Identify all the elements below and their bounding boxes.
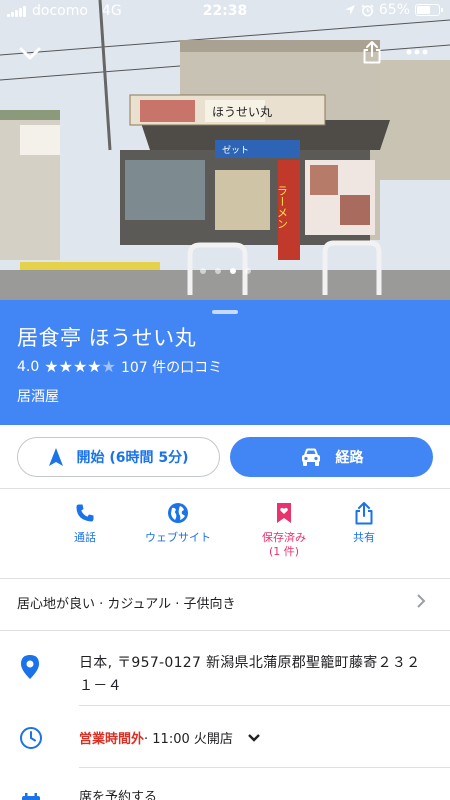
collapse-button[interactable]: [12, 40, 48, 68]
share-button[interactable]: [356, 36, 388, 68]
place-category[interactable]: 居酒屋: [17, 386, 59, 406]
globe-icon: [168, 503, 188, 523]
chevron-right-icon: [417, 594, 426, 608]
start-navigation-label: 開始 (6時間 5分): [76, 450, 189, 466]
quick-actions: 通話 ウェブサイト 保存済み (1 件) 共有: [0, 495, 450, 575]
hours-status: 営業時間外: [79, 732, 145, 747]
sign-side-text: ラーメン: [276, 185, 289, 229]
directions-button[interactable]: 経路: [230, 437, 433, 477]
car-icon: [301, 448, 320, 466]
website-label: ウェブサイト: [145, 531, 211, 544]
star-filled-icon: ★: [44, 357, 59, 376]
atmosphere-row[interactable]: 居心地が良い · カジュアル · 子供向き: [0, 580, 450, 628]
star-filled-icon: ★: [72, 357, 88, 376]
chevron-down-icon[interactable]: [247, 733, 261, 743]
more-horiz-icon: [406, 49, 428, 55]
phone-icon: [76, 504, 94, 522]
bookmark-icon: [277, 503, 291, 523]
pager-dot: [244, 268, 251, 274]
star-filled-icon: ★: [58, 357, 73, 376]
share-label: 共有: [353, 531, 375, 544]
share-action[interactable]: 共有: [314, 495, 414, 545]
divider: [0, 488, 450, 489]
rating-value: 4.0: [17, 359, 40, 375]
location-arrow-icon: [344, 5, 355, 15]
pager-dot: [229, 268, 236, 274]
place-title: 居食亭 ほうせい丸: [17, 326, 197, 350]
status-right: 65%: [344, 2, 443, 18]
save-count: (1 件): [268, 545, 300, 558]
reserve-text: 席を予約する: [79, 790, 158, 800]
sign-main-text: ほうせい丸: [212, 105, 272, 119]
share-icon: [355, 502, 373, 525]
hours-detail: · 11:00 火開店: [144, 732, 233, 747]
rating-row[interactable]: 4.0 ★ ★ ★ ★ ★ 107 件の口コミ: [17, 357, 222, 377]
place-photo[interactable]: ほうせい丸 ラーメン ゼット docomo 4G 22:38 65%: [0, 0, 450, 300]
battery-icon: [415, 4, 443, 16]
status-bar: docomo 4G 22:38 65%: [0, 0, 450, 22]
divider: [0, 630, 450, 631]
hours-row[interactable]: 営業時間外 · 11:00 火開店: [0, 706, 450, 766]
reserve-row[interactable]: 席を予約する: [0, 768, 450, 800]
place-header[interactable]: 居食亭 ほうせい丸 4.0 ★ ★ ★ ★ ★ 107 件の口コミ 居酒屋: [0, 300, 450, 425]
photo-pager: [0, 268, 450, 274]
alarm-icon: [361, 3, 374, 16]
sign-small-text: ゼット: [222, 144, 249, 156]
call-label: 通話: [74, 531, 96, 544]
location-pin-icon: [21, 655, 39, 679]
battery-percent: 65%: [378, 2, 410, 18]
address-row[interactable]: 日本, 〒957-0127 新潟県北蒲原郡聖籠町藤寄２３２１－４: [0, 632, 450, 700]
star-filled-icon: ★: [87, 357, 102, 376]
start-navigation-button[interactable]: 開始 (6時間 5分): [17, 437, 220, 477]
pager-dot: [214, 268, 221, 274]
more-button[interactable]: [400, 40, 434, 64]
atmosphere-text: 居心地が良い · カジュアル · 子供向き: [17, 597, 236, 612]
star-empty-icon: ★: [101, 357, 116, 376]
pager-dot: [199, 268, 206, 274]
clock-icon: [20, 727, 42, 749]
share-icon: [363, 41, 381, 64]
rating-stars: ★ ★ ★ ★ ★: [44, 359, 116, 375]
address-text: 日本, 〒957-0127 新潟県北蒲原郡聖籠町藤寄２３２１－４: [79, 655, 421, 694]
review-count: 107 件の口コミ: [120, 360, 223, 376]
chevron-down-icon: [19, 47, 41, 60]
navigation-arrow-icon: [49, 448, 64, 466]
call-action[interactable]: 通話: [35, 495, 135, 545]
divider: [0, 578, 450, 579]
website-action[interactable]: ウェブサイト: [128, 495, 228, 545]
hours-line: 営業時間外 · 11:00 火開店: [79, 728, 261, 747]
calendar-icon: [22, 793, 40, 800]
directions-label: 経路: [335, 450, 364, 466]
drag-handle[interactable]: [212, 310, 238, 314]
